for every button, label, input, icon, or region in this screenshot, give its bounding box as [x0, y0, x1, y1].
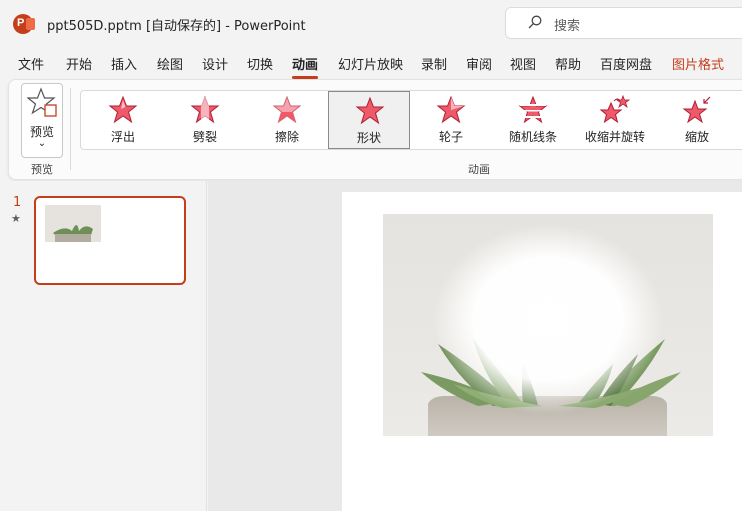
tab-transitions[interactable]: 切换	[247, 54, 273, 73]
tab-slide-show[interactable]: 幻灯片放映	[338, 54, 403, 73]
slide-number: 1	[13, 195, 22, 210]
powerpoint-logo-icon: P	[13, 14, 35, 34]
tab-record[interactable]: 录制	[421, 54, 447, 73]
title-bar: P ppt505D.pptm [自动保存的] - PowerPoint 搜索	[0, 0, 742, 46]
random-bars-star-icon	[518, 95, 548, 124]
star-icon	[108, 95, 138, 124]
tab-baidu-netdisk[interactable]: 百度网盘	[600, 54, 652, 73]
animation-label: 收缩并旋转	[584, 130, 645, 144]
slide-editing-area	[208, 181, 742, 511]
ribbon-tabs: 文件 开始 插入 绘图 设计 切换 动画 幻灯片放映 录制 审阅 视图 帮助 百…	[0, 50, 742, 79]
animation-label: 擦除	[274, 130, 299, 144]
animation-shape[interactable]: 形状	[328, 91, 410, 149]
window-title: ppt505D.pptm [自动保存的] - PowerPoint	[47, 19, 306, 34]
tab-insert[interactable]: 插入	[111, 54, 137, 73]
animations-ribbon: 预览 ⌄ 预览 浮出 劈裂 擦除 形状 轮子 随机线条 收缩并旋转 缩放 动画	[8, 79, 742, 180]
animation-label: 缩放	[684, 130, 709, 144]
preview-star-icon	[27, 87, 57, 117]
group-divider	[70, 88, 71, 170]
animation-label: 浮出	[110, 130, 135, 144]
animation-fly-out[interactable]: 浮出	[82, 91, 164, 149]
animation-marker-icon: ★	[11, 212, 21, 225]
zoom-star-icon	[682, 96, 711, 124]
slide-canvas[interactable]	[342, 192, 742, 511]
tab-picture-format[interactable]: 图片格式	[672, 54, 724, 73]
tab-draw[interactable]: 绘图	[157, 54, 183, 73]
animation-label: 劈裂	[192, 130, 217, 144]
tab-design[interactable]: 设计	[202, 54, 228, 73]
search-icon	[528, 15, 542, 29]
tab-review[interactable]: 审阅	[466, 54, 492, 73]
chevron-down-icon: ⌄	[37, 138, 47, 149]
shrink-turn-star-icon	[600, 95, 630, 124]
search-box[interactable]: 搜索	[505, 7, 742, 39]
animation-split[interactable]: 劈裂	[164, 91, 246, 149]
tab-help[interactable]: 帮助	[555, 54, 581, 73]
animation-zoom[interactable]: 缩放	[656, 91, 738, 149]
star-icon	[355, 96, 385, 125]
tab-view[interactable]: 视图	[510, 54, 536, 73]
slide-thumbnail[interactable]	[34, 196, 186, 285]
slide-thumbnail-pane: 1 ★	[0, 181, 207, 511]
animation-label: 形状	[356, 131, 381, 145]
animation-label: 随机线条	[508, 130, 557, 144]
split-star-icon	[190, 95, 220, 124]
search-placeholder: 搜索	[554, 19, 581, 34]
tab-home[interactable]: 开始	[66, 54, 92, 73]
animation-gallery: 浮出 劈裂 擦除 形状 轮子 随机线条 收缩并旋转 缩放	[80, 90, 742, 150]
animation-wheel[interactable]: 轮子	[410, 91, 492, 149]
thumbnail-succulent-image	[45, 205, 101, 242]
tab-animations[interactable]: 动画	[292, 54, 319, 79]
preview-group-label: 预览	[31, 163, 53, 176]
animation-wipe[interactable]: 擦除	[246, 91, 328, 149]
tab-file[interactable]: 文件	[18, 54, 44, 73]
wheel-star-icon	[436, 95, 466, 124]
animation-group-label: 动画	[468, 163, 490, 176]
animation-random-bars[interactable]: 随机线条	[492, 91, 574, 149]
wipe-star-icon	[272, 95, 302, 124]
preview-button[interactable]: 预览 ⌄	[21, 83, 63, 158]
succulent-photo[interactable]	[383, 214, 713, 436]
animation-shrink-and-turn[interactable]: 收缩并旋转	[574, 91, 656, 149]
animation-label: 轮子	[438, 130, 463, 144]
